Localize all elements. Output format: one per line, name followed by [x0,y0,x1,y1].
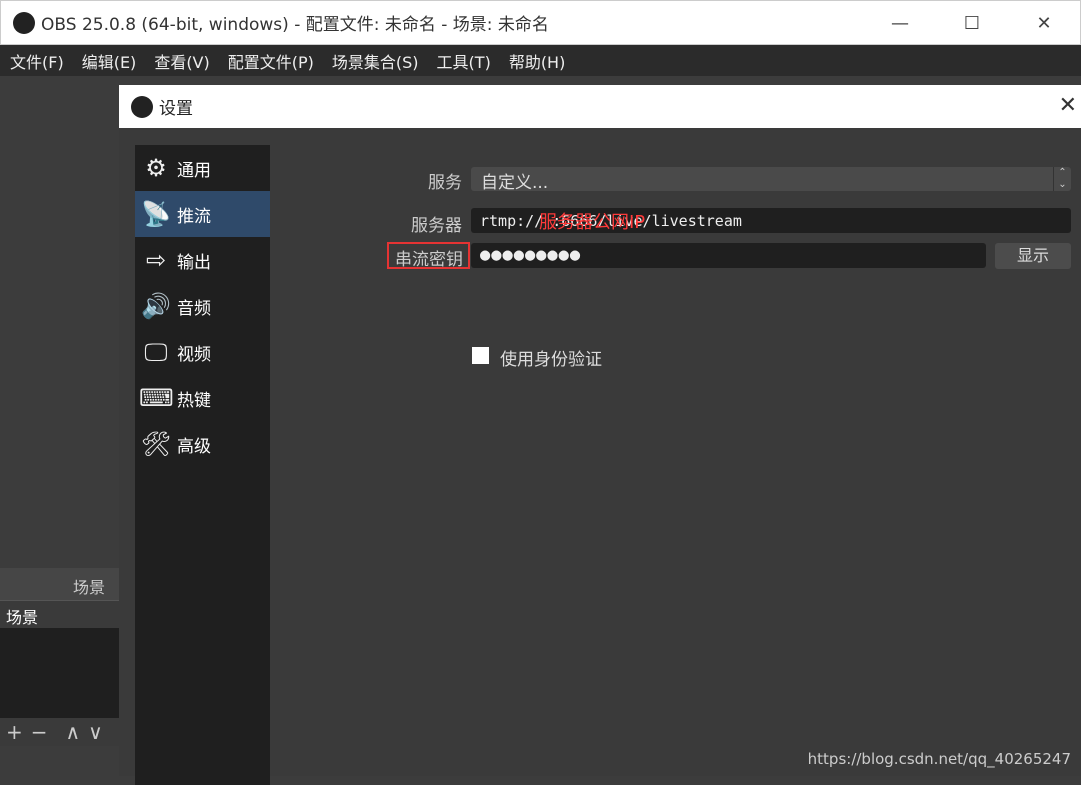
minimize-button[interactable]: — [864,1,936,46]
settings-title: 设置 [159,99,193,119]
app-titlebar: OBS 25.0.8 (64-bit, windows) - 配置文件: 未命名… [0,0,1081,45]
sidebar-item-label: 热键 [177,390,211,411]
obs-logo-icon [13,11,35,34]
show-key-button[interactable]: 显示 [995,243,1071,269]
sidebar-item-2[interactable]: ⇨ 输出 [135,237,270,283]
sidebar-item-label: 输出 [177,252,211,273]
chevron-updown-icon: ⌃ ⌄ [1053,167,1071,191]
server-label: 服务器 [411,216,462,236]
settings-dialog: 设置 ✕ ⚙ 通用 📡 推流 ⇨ 输出 🔊 音频 🖵 视频 ⌨ 热键 🛠 高级 服务 自定义... ⌃ ⌄ … [119,85,1081,785]
move-down-button[interactable]: ∨ [88,720,103,744]
sidebar-item-5[interactable]: ⌨ 热键 [135,375,270,421]
gear-icon: ⚙ [145,154,167,182]
scenes-list[interactable]: 场景 [0,600,119,718]
scenes-header: 场景 [0,568,119,600]
window-title: OBS 25.0.8 (64-bit, windows) - 配置文件: 未命名… [41,15,549,35]
remove-scene-button[interactable]: − [31,720,48,744]
sidebar-item-6[interactable]: 🛠 高级 [135,421,270,467]
watermark: https://blog.csdn.net/qq_40265247 [807,750,1071,768]
sidebar-item-label: 视频 [177,344,211,365]
menu-tools[interactable]: 工具(T) [427,49,499,73]
service-select[interactable]: 自定义... ⌃ ⌄ [471,167,1071,193]
settings-titlebar: 设置 ✕ [119,85,1081,128]
menu-edit[interactable]: 编辑(E) [72,49,145,73]
menu-help[interactable]: 帮助(H) [499,49,574,73]
stream-key-input[interactable]: ●●●●●●●●● [471,243,986,268]
sidebar-item-4[interactable]: 🖵 视频 [135,329,270,375]
settings-sidebar: ⚙ 通用 📡 推流 ⇨ 输出 🔊 音频 🖵 视频 ⌨ 热键 🛠 高级 [135,145,270,785]
annotation-box [387,242,470,269]
sidebar-item-1[interactable]: 📡 推流 [135,191,270,237]
maximize-button[interactable]: ☐ [936,1,1008,46]
menu-file[interactable]: 文件(F) [0,49,72,73]
scene-toolbar: + − ∧ ∨ [0,718,119,746]
sidebar-item-label: 通用 [177,160,211,181]
use-auth-checkbox[interactable] [472,347,489,364]
menu-view[interactable]: 查看(V) [144,49,217,73]
menu-profile[interactable]: 配置文件(P) [218,49,322,73]
obs-logo-icon [131,95,153,118]
menu-bar: 文件(F) 编辑(E) 查看(V) 配置文件(P) 场景集合(S) 工具(T) … [0,45,1081,76]
close-button[interactable]: ✕ [1008,1,1080,46]
scene-item[interactable]: 场景 [0,601,119,628]
menu-scene-collection[interactable]: 场景集合(S) [322,49,427,73]
output-monitor-icon: ⇨ [145,246,167,274]
sidebar-item-3[interactable]: 🔊 音频 [135,283,270,329]
antenna-icon: 📡 [141,200,171,228]
server-ip-annotation: 服务器公网IP [539,212,646,233]
settings-close-button[interactable]: ✕ [1059,93,1077,118]
keyboard-icon: ⌨ [139,384,174,412]
service-label: 服务 [428,173,462,193]
add-scene-button[interactable]: + [6,720,23,744]
speaker-icon: 🔊 [141,292,171,320]
move-up-button[interactable]: ∧ [66,720,81,744]
sidebar-item-0[interactable]: ⚙ 通用 [135,145,270,191]
sidebar-item-label: 高级 [177,436,211,457]
tools-icon: 🛠 [140,430,172,458]
service-value: 自定义... [481,173,549,193]
use-auth-label: 使用身份验证 [500,350,602,370]
sidebar-item-label: 音频 [177,298,211,319]
monitor-icon: 🖵 [144,338,168,366]
sidebar-item-label: 推流 [177,206,211,227]
